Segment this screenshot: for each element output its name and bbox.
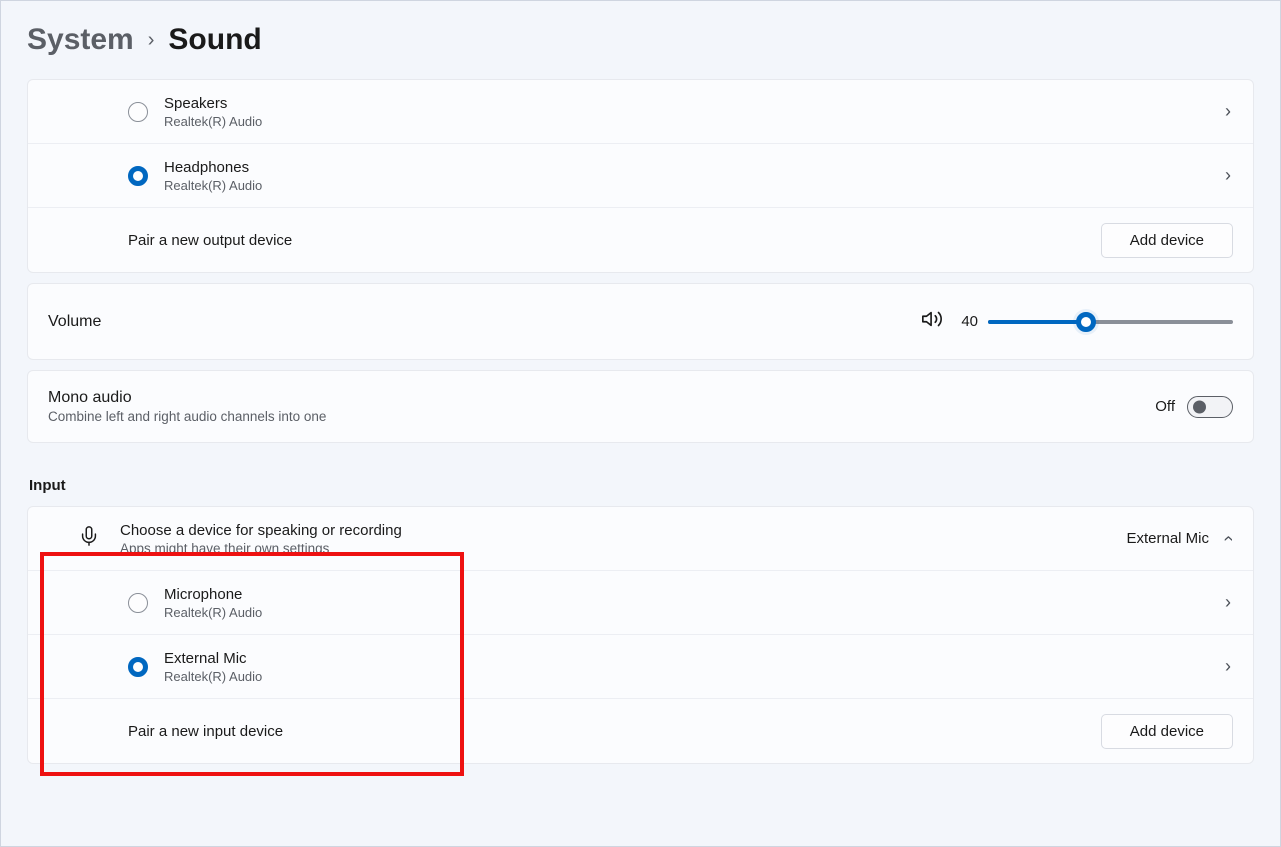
- pair-output-row: Pair a new output device Add device: [28, 208, 1253, 272]
- choose-input-title: Choose a device for speaking or recordin…: [120, 522, 402, 539]
- speaker-icon[interactable]: [921, 308, 943, 335]
- device-name: Microphone: [164, 586, 262, 603]
- chevron-right-icon[interactable]: ›: [1223, 101, 1233, 122]
- volume-label: Volume: [48, 313, 101, 331]
- input-summary-value: External Mic: [1126, 530, 1209, 547]
- pair-input-row: Pair a new input device Add device: [28, 699, 1253, 763]
- chevron-right-icon[interactable]: ›: [1223, 592, 1233, 613]
- mono-toggle[interactable]: [1187, 396, 1233, 418]
- breadcrumb-parent[interactable]: System: [27, 23, 134, 57]
- input-devices-card: Choose a device for speaking or recordin…: [27, 506, 1254, 764]
- input-section-title: Input: [29, 477, 1254, 494]
- radio-selected-icon[interactable]: [128, 166, 148, 186]
- output-devices-card: Speakers Realtek(R) Audio › Headphones R…: [27, 79, 1254, 273]
- microphone-icon: [78, 525, 100, 552]
- input-device-microphone[interactable]: Microphone Realtek(R) Audio ›: [28, 571, 1253, 635]
- volume-slider[interactable]: [988, 320, 1233, 324]
- chevron-up-icon[interactable]: ›: [1218, 534, 1239, 544]
- toggle-knob: [1193, 400, 1206, 413]
- radio-unselected-icon[interactable]: [128, 593, 148, 613]
- breadcrumb-current: Sound: [168, 23, 261, 57]
- mono-state-label: Off: [1155, 398, 1175, 415]
- add-input-device-button[interactable]: Add device: [1101, 714, 1233, 749]
- volume-row: Volume 40: [28, 284, 1253, 359]
- mono-audio-card: Mono audio Combine left and right audio …: [27, 370, 1254, 443]
- mono-title: Mono audio: [48, 389, 326, 407]
- pair-input-label: Pair a new input device: [128, 723, 283, 740]
- volume-card: Volume 40: [27, 283, 1254, 360]
- device-provider: Realtek(R) Audio: [164, 114, 262, 129]
- chevron-right-icon[interactable]: ›: [1223, 656, 1233, 677]
- device-provider: Realtek(R) Audio: [164, 178, 262, 193]
- input-device-external-mic[interactable]: External Mic Realtek(R) Audio ›: [28, 635, 1253, 699]
- mono-subtitle: Combine left and right audio channels in…: [48, 409, 326, 424]
- device-name: Headphones: [164, 159, 262, 176]
- chevron-right-icon: ›: [148, 29, 155, 52]
- volume-value: 40: [961, 313, 978, 330]
- output-device-headphones[interactable]: Headphones Realtek(R) Audio ›: [28, 144, 1253, 208]
- pair-output-label: Pair a new output device: [128, 232, 292, 249]
- device-name: Speakers: [164, 95, 262, 112]
- chevron-right-icon[interactable]: ›: [1223, 165, 1233, 186]
- mono-audio-row: Mono audio Combine left and right audio …: [28, 371, 1253, 442]
- device-provider: Realtek(R) Audio: [164, 669, 262, 684]
- choose-input-subtitle: Apps might have their own settings: [120, 541, 402, 556]
- radio-unselected-icon[interactable]: [128, 102, 148, 122]
- add-output-device-button[interactable]: Add device: [1101, 223, 1233, 258]
- radio-selected-icon[interactable]: [128, 657, 148, 677]
- device-provider: Realtek(R) Audio: [164, 605, 262, 620]
- output-device-speakers[interactable]: Speakers Realtek(R) Audio ›: [28, 80, 1253, 144]
- device-name: External Mic: [164, 650, 262, 667]
- breadcrumb: System › Sound: [27, 1, 1254, 79]
- choose-input-header[interactable]: Choose a device for speaking or recordin…: [28, 507, 1253, 571]
- slider-thumb[interactable]: [1076, 312, 1096, 332]
